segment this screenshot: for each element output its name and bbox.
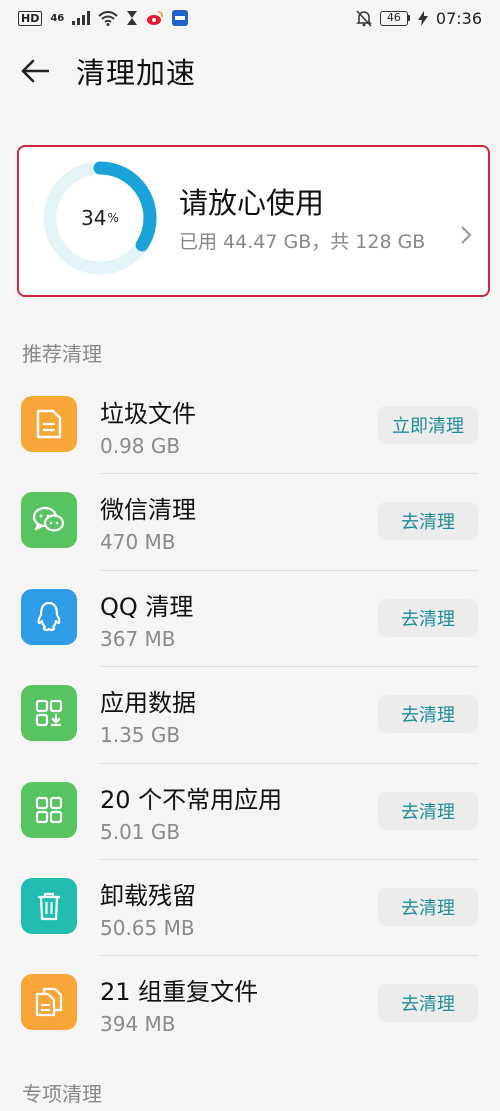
clock: 07:36 <box>435 8 482 28</box>
item-size: 1.35 GB <box>100 723 181 748</box>
icon-tile <box>21 685 77 742</box>
clean-now-button[interactable]: 立即清理 <box>378 406 478 444</box>
network-type: 46 <box>50 12 65 24</box>
list-item-uninstall-residue[interactable]: 卸载残留 50.65 MB 去清理 <box>0 860 500 957</box>
qq-icon <box>37 601 61 631</box>
battery-indicator: 46 <box>379 10 410 26</box>
item-title: 应用数据 <box>100 689 196 718</box>
app-header: 清理加速 <box>0 40 500 102</box>
item-title: 21 组重复文件 <box>100 978 259 1007</box>
go-clean-button[interactable]: 去清理 <box>378 887 478 926</box>
recommended-cleanup-list: 垃圾文件 0.98 GB 立即清理 微信清理 470 MB 去清理 QQ 清理 … <box>0 378 500 1053</box>
item-size: 367 MB <box>100 626 176 651</box>
item-title: 微信清理 <box>100 496 196 525</box>
list-item-app-data[interactable]: 应用数据 1.35 GB 去清理 <box>0 667 500 764</box>
item-size: 5.01 GB <box>100 819 181 844</box>
page-title: 清理加速 <box>76 56 197 90</box>
item-size: 470 MB <box>100 530 176 555</box>
mute-bell-icon <box>356 9 372 27</box>
item-size: 50.65 MB <box>100 915 195 940</box>
status-bar: HD 46 46 07:36 <box>0 0 500 36</box>
back-button[interactable] <box>0 40 70 102</box>
item-size: 0.98 GB <box>100 434 181 458</box>
app-data-icon <box>35 700 63 727</box>
apps-grid-icon <box>35 796 63 823</box>
list-item-unused-apps[interactable]: 20 个不常用应用 5.01 GB 去清理 <box>0 764 500 860</box>
hd-badge: HD <box>18 10 43 26</box>
icon-tile <box>21 877 77 934</box>
duplicate-files-icon <box>35 988 63 1017</box>
storage-summary-card[interactable]: 34% 请放心使用 已用 44.47 GB，共 128 GB <box>17 145 490 297</box>
recommended-section-label: 推荐清理 <box>22 342 102 366</box>
trash-icon <box>38 892 60 921</box>
percent-sign: % <box>107 211 119 225</box>
go-clean-button[interactable]: 去清理 <box>378 984 478 1023</box>
icon-tile <box>21 781 77 838</box>
icon-tile <box>21 588 77 645</box>
icon-tile <box>21 974 77 1031</box>
list-item-duplicate-files[interactable]: 21 组重复文件 394 MB 去清理 <box>0 956 500 1052</box>
wifi-icon <box>98 10 118 26</box>
battery-level: 46 <box>379 10 408 26</box>
wechat-icon <box>32 507 65 533</box>
item-title: 卸载残留 <box>100 881 196 910</box>
go-clean-button[interactable]: 去清理 <box>378 791 478 830</box>
weibo-icon <box>147 11 164 25</box>
go-clean-button[interactable]: 去清理 <box>378 598 478 637</box>
charging-icon <box>417 10 428 26</box>
icon-tile <box>21 396 77 452</box>
storage-status-title: 请放心使用 <box>179 186 325 220</box>
signal-icon <box>72 11 91 25</box>
chevron-right-icon <box>461 226 472 244</box>
list-item-junk-files[interactable]: 垃圾文件 0.98 GB 立即清理 <box>0 378 500 475</box>
icon-tile <box>21 492 77 549</box>
item-title: 20 个不常用应用 <box>100 785 283 814</box>
storage-percent-value: 34 <box>81 206 107 230</box>
file-icon <box>36 409 62 439</box>
app-notification-icon <box>172 10 189 26</box>
back-arrow-icon <box>21 59 49 83</box>
status-right: 46 07:36 <box>356 9 482 28</box>
go-clean-button[interactable]: 去清理 <box>378 502 478 541</box>
list-item-qq[interactable]: QQ 清理 367 MB 去清理 <box>0 571 500 668</box>
hourglass-icon <box>127 11 138 25</box>
item-title: QQ 清理 <box>100 592 194 621</box>
storage-percent: 34% <box>41 159 159 277</box>
special-section-label: 专项清理 <box>22 1082 102 1106</box>
list-item-wechat[interactable]: 微信清理 470 MB 去清理 <box>0 474 500 571</box>
item-size: 394 MB <box>100 1012 176 1037</box>
status-left: HD 46 <box>18 10 189 26</box>
item-title: 垃圾文件 <box>100 400 196 428</box>
storage-usage-detail: 已用 44.47 GB，共 128 GB <box>179 231 426 253</box>
go-clean-button[interactable]: 去清理 <box>378 695 478 734</box>
